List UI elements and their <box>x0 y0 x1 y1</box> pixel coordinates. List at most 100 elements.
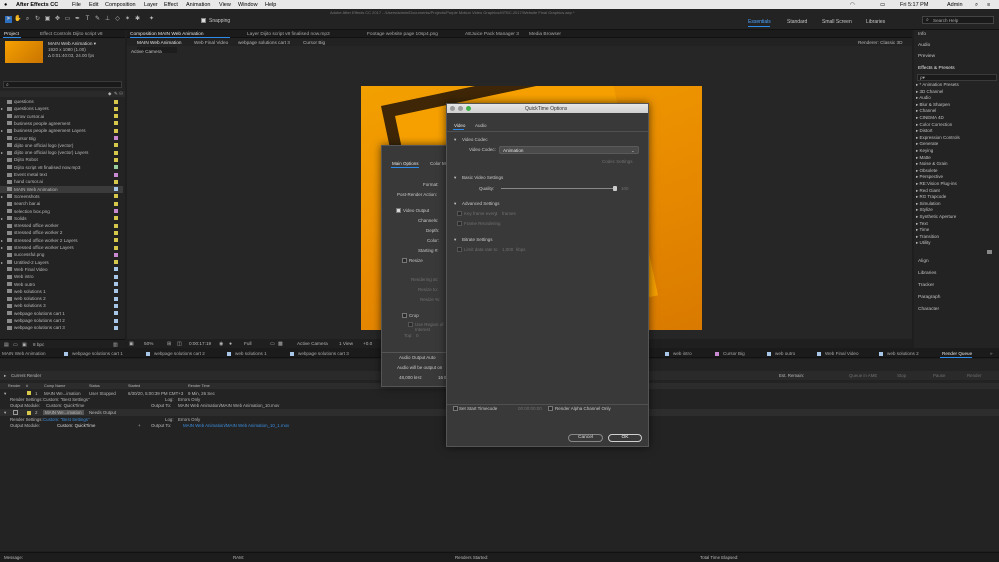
menu-animation[interactable]: Animation <box>186 2 210 8</box>
header-started[interactable]: Started <box>128 384 140 388</box>
menu-file[interactable]: File <box>72 2 81 8</box>
quality-slider-thumb[interactable] <box>613 186 617 191</box>
advanced-toggle-icon[interactable]: ▾ <box>454 201 456 207</box>
effects-category[interactable]: ▸ Expression Controls <box>916 135 960 141</box>
menu-layer[interactable]: Layer <box>144 2 158 8</box>
tab-footage[interactable]: Footage website page 10sp4.png <box>367 32 438 37</box>
camera-tool-icon[interactable]: ▣ <box>44 16 51 23</box>
tab-aejuice[interactable]: AEJuice Pack Manager 3 <box>465 32 519 37</box>
video-codec-dropdown[interactable]: Animation ⌄ <box>499 146 639 154</box>
resolution-dropdown[interactable]: Full <box>244 341 252 346</box>
label-swatch[interactable] <box>114 106 118 111</box>
queue-in-ame-button[interactable]: Queue in AME <box>849 373 877 378</box>
libraries-panel-tab[interactable]: Libraries <box>918 271 936 276</box>
item2-add-output-icon[interactable]: + <box>138 423 141 428</box>
label-swatch[interactable] <box>114 187 118 192</box>
region-of-interest-icon[interactable]: ▭ <box>270 341 275 347</box>
tracker-panel-tab[interactable]: Tracker <box>918 283 934 288</box>
project-item[interactable]: ▸ Untitled-2 Layers <box>0 259 123 266</box>
project-item[interactable]: ▸ dijito one official logo (vector) Layer… <box>0 149 123 156</box>
project-item[interactable]: web solutions 3 <box>0 302 123 309</box>
label-swatch[interactable] <box>114 252 118 257</box>
label-swatch[interactable] <box>114 289 118 294</box>
timeline-comp-tab[interactable]: webpage solutions cart 2 <box>154 351 205 356</box>
top-value[interactable]: 0 <box>416 333 419 338</box>
project-item[interactable]: MAIN Web Animation <box>0 185 123 193</box>
workspace-essentials[interactable]: Essentials <box>748 19 771 25</box>
effects-category[interactable]: ▸ Noise & Grain <box>916 161 948 167</box>
eraser-tool-icon[interactable]: ◇ <box>114 16 121 23</box>
menu-help[interactable]: Help <box>265 2 276 8</box>
expand-icon[interactable]: ▸ <box>4 373 6 379</box>
label-swatch[interactable] <box>114 136 118 140</box>
timeline-comp-tab[interactable]: Web Final Video <box>825 351 859 356</box>
tab-effect-controls[interactable]: Effect Controls Dijito script v8 <box>40 32 103 37</box>
type-tool-icon[interactable]: T <box>84 16 91 23</box>
header-render[interactable]: Render <box>8 384 20 388</box>
crop-checkbox[interactable] <box>402 313 407 318</box>
rectangle-tool-icon[interactable]: ▭ <box>64 16 71 23</box>
effects-category[interactable]: ▸ Simulation <box>916 201 941 207</box>
menu-list-icon[interactable]: ≡ <box>987 2 990 8</box>
project-item[interactable]: ▸ Solids <box>0 215 123 222</box>
label-swatch[interactable] <box>114 165 118 170</box>
clock[interactable]: Fri 5:17 PM <box>900 2 928 8</box>
hand-tool-icon[interactable]: ✋ <box>14 16 21 23</box>
views-dropdown[interactable]: 1 View <box>339 341 353 346</box>
menu-view[interactable]: View <box>219 2 231 8</box>
character-panel-tab[interactable]: Character <box>918 307 939 312</box>
timeline-comp-tab[interactable]: web outro <box>775 351 795 356</box>
label-swatch[interactable] <box>114 194 118 199</box>
timeline-comp-tab[interactable]: Cursor Big <box>723 351 745 356</box>
effects-category[interactable]: ▸ CINEMA 4D <box>916 115 944 121</box>
effects-presets-tab[interactable]: Effects & Presets <box>918 66 955 71</box>
timeline-comp-tab[interactable]: web intro <box>673 351 692 356</box>
project-item[interactable]: dijito one official logo (vector) <box>0 142 123 149</box>
project-item[interactable]: ▸ business people agreement Layers <box>0 127 123 134</box>
tab-audio[interactable]: Audio <box>475 123 487 128</box>
item1-output-to[interactable]: MAIN Web Animation/MAIN Web Animation_10… <box>178 403 279 408</box>
label-swatch[interactable] <box>114 114 118 119</box>
subtab-cart-3[interactable]: webpage solutions cart 3 <box>238 40 290 45</box>
project-item[interactable]: successful.png <box>0 251 123 258</box>
project-item[interactable]: business people agreement <box>0 120 123 127</box>
effects-category[interactable]: ▸ Keying <box>916 148 933 154</box>
project-item[interactable]: hand cursor.ai <box>0 178 123 185</box>
tag-column-icon[interactable]: ✎ <box>114 91 118 97</box>
label-swatch[interactable] <box>114 209 118 213</box>
timeline-comp-tab[interactable]: web solutions 1 <box>235 351 267 356</box>
label-swatch[interactable] <box>114 121 118 126</box>
mask-visibility-icon[interactable]: ◫ <box>177 341 182 347</box>
menu-effect[interactable]: Effect <box>164 2 178 8</box>
menu-composition[interactable]: Composition <box>105 2 136 8</box>
audio-panel-tab[interactable]: Audio <box>918 43 930 48</box>
effects-category[interactable]: ▸ Audio <box>916 95 931 101</box>
item1-log[interactable]: Errors Only <box>178 397 200 402</box>
expand-arrow-icon[interactable]: ▸ <box>1 216 3 221</box>
wifi-icon[interactable]: ◠ <box>850 2 855 8</box>
audio-output-dropdown[interactable]: Audio Output Auto <box>399 355 436 360</box>
item1-output-module[interactable]: Custom: QuickTime <box>46 403 84 408</box>
quality-value[interactable]: 100 <box>621 186 629 191</box>
project-item[interactable]: arrow cursor.ai <box>0 113 123 120</box>
menu-edit[interactable]: Edit <box>89 2 98 8</box>
label-swatch[interactable] <box>114 311 118 316</box>
brush-tool-icon[interactable]: ✎ <box>94 16 101 23</box>
label-swatch[interactable] <box>114 150 118 155</box>
header-comp-name[interactable]: Comp Name <box>44 384 65 388</box>
expand-arrow-icon[interactable]: ▸ <box>1 194 3 199</box>
project-item[interactable]: Dijito script v8 finalised now.mp3 <box>0 164 123 171</box>
camera-dropdown[interactable]: Active Camera <box>297 341 328 346</box>
ok-button[interactable]: OK <box>608 434 642 442</box>
quality-slider-track[interactable] <box>501 186 617 191</box>
resize-checkbox[interactable] <box>402 258 407 263</box>
effects-category[interactable]: ▸ Utility <box>916 240 931 246</box>
always-preview-icon[interactable]: ▣ <box>129 341 134 347</box>
subtab-web-final-video[interactable]: Web Final Video <box>194 40 228 45</box>
render-alpha-checkbox[interactable] <box>548 406 553 411</box>
label-swatch[interactable] <box>114 260 118 265</box>
align-panel-tab[interactable]: Align <box>918 259 929 264</box>
tab-render-queue[interactable]: Render Queue <box>942 351 972 356</box>
effects-search-input[interactable]: ρ▾ <box>917 74 997 81</box>
cancel-button[interactable]: Cancel <box>568 434 603 442</box>
